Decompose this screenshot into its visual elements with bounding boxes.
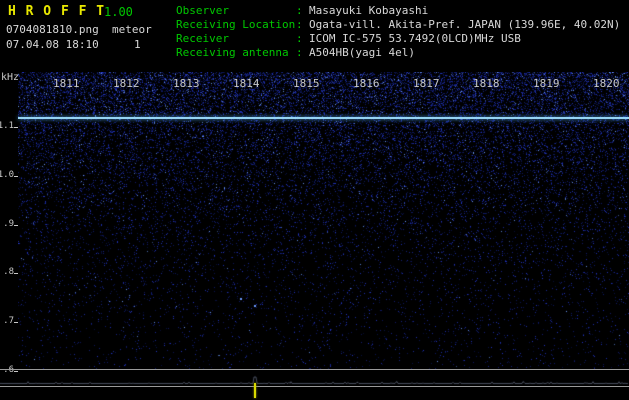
freq-tick-label: .7 bbox=[3, 316, 14, 327]
meteor-event-marker bbox=[254, 383, 256, 398]
info-label: Receiving Location bbox=[176, 18, 296, 31]
info-label: Observer bbox=[176, 4, 229, 17]
signal-strength-strip bbox=[0, 370, 629, 386]
info-row-observer: Observer : Masayuki Kobayashi bbox=[176, 4, 620, 18]
datetime-label: 07.04.08 18:10 bbox=[6, 38, 99, 51]
info-separator: : bbox=[296, 4, 303, 17]
time-tick-label: 1815 bbox=[293, 77, 320, 90]
mode-label: meteor bbox=[112, 23, 152, 36]
time-tick-label: 1818 bbox=[473, 77, 500, 90]
time-tick-label: 1820 bbox=[593, 77, 620, 90]
spectrogram-plot: 1811 1812 1813 1814 1815 1816 1817 1818 1819 1820 bbox=[18, 72, 629, 369]
info-value: ICOM IC-575 53.7492(0LCD)MHz USB bbox=[309, 32, 521, 45]
time-tick-label: 1819 bbox=[533, 77, 560, 90]
frequency-axis: kHz 1.11.0.9.8.7.6 bbox=[0, 72, 20, 400]
freq-tick-label: 1.1 bbox=[0, 121, 14, 131]
app-title: H R O F F T bbox=[8, 4, 106, 19]
time-tick-label: 1813 bbox=[173, 77, 200, 90]
frequency-unit-label: kHz bbox=[1, 72, 20, 83]
time-tick-label: 1812 bbox=[113, 77, 140, 90]
info-row-receiver: Receiver : ICOM IC-575 53.7492(0LCD)MHz … bbox=[176, 32, 620, 46]
info-label: Receiving antenna bbox=[176, 46, 289, 59]
time-tick-label: 1816 bbox=[353, 77, 380, 90]
time-tick-label: 1814 bbox=[233, 77, 260, 90]
freq-tick-label: .8 bbox=[3, 267, 14, 278]
info-separator: : bbox=[296, 46, 303, 59]
info-value: Masayuki Kobayashi bbox=[309, 4, 429, 17]
time-tick-label: 1817 bbox=[413, 77, 440, 90]
info-value: A504HB(yagi 4el) bbox=[309, 46, 415, 59]
strip-bottom-line bbox=[0, 386, 629, 387]
freq-tick-label: 1.0 bbox=[0, 169, 14, 180]
info-value: Ogata-vill. Akita-Pref. JAPAN (139.96E, … bbox=[309, 18, 621, 31]
freq-tick-label: .9 bbox=[3, 218, 14, 229]
app-version: 1.00 bbox=[104, 5, 133, 19]
carrier-line bbox=[18, 117, 629, 119]
info-row-location: Receiving Location : Ogata-vill. Akita-P… bbox=[176, 18, 620, 32]
info-label: Receiver bbox=[176, 32, 229, 45]
output-filename: 0704081810.png bbox=[6, 23, 99, 36]
observer-info-block: Observer : Masayuki Kobayashi Receiving … bbox=[176, 4, 620, 60]
info-separator: : bbox=[296, 32, 303, 45]
hrofft-screen: H R O F F T 1.00 0704081810.png meteor 0… bbox=[0, 0, 629, 400]
info-row-antenna: Receiving antenna : A504HB(yagi 4el) bbox=[176, 46, 620, 60]
time-tick-label: 1811 bbox=[53, 77, 80, 90]
info-separator: : bbox=[296, 18, 303, 31]
meteor-count: 1 bbox=[134, 38, 141, 51]
